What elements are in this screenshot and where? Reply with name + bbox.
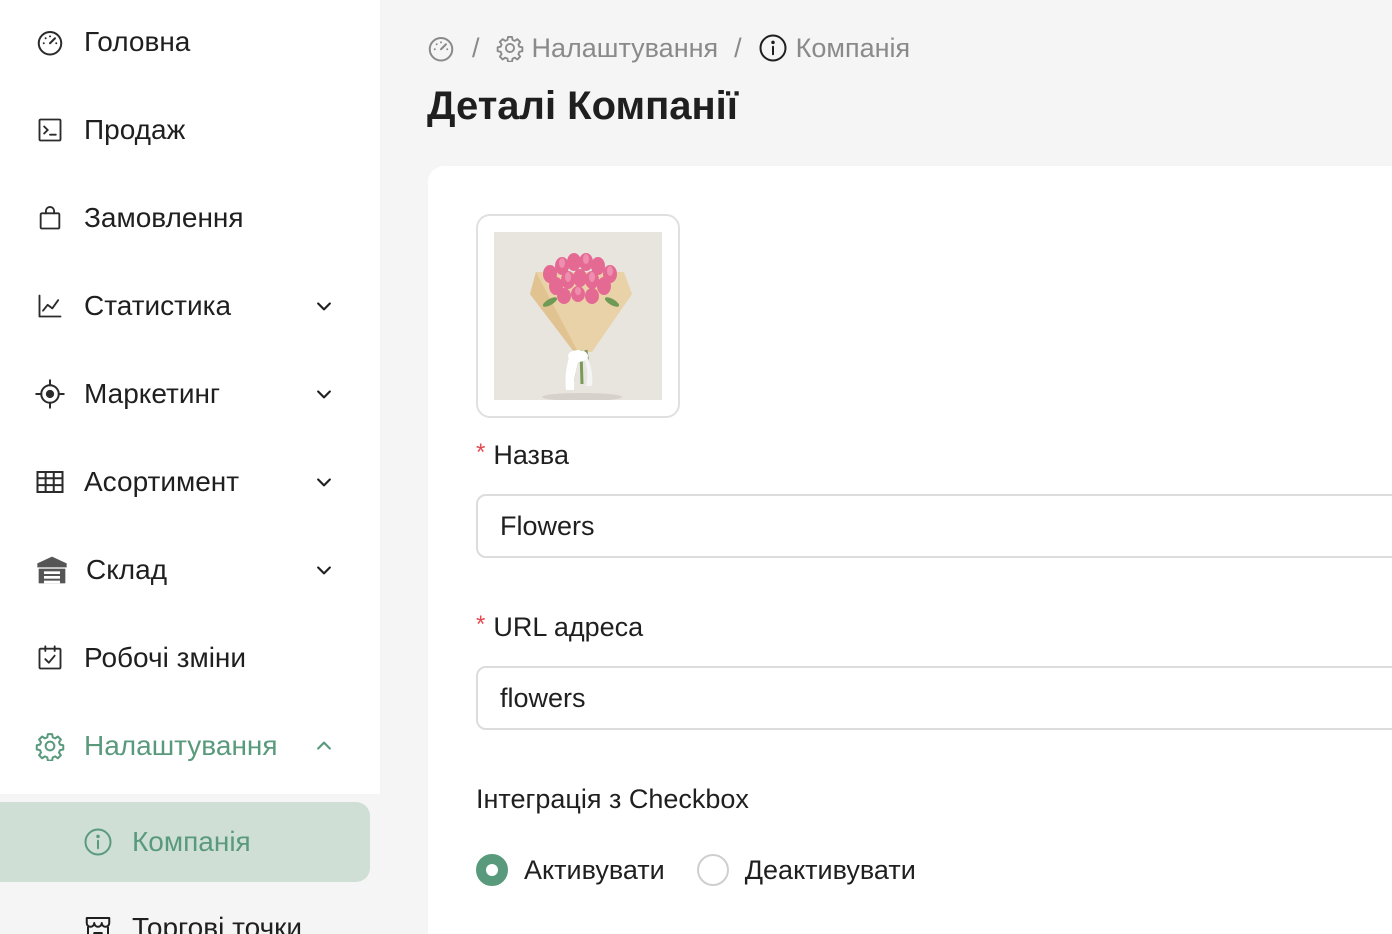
sidebar-subitem-label: Торгові точки bbox=[132, 912, 303, 934]
radio-deactivate-dot[interactable] bbox=[696, 854, 729, 886]
sidebar-item-settings[interactable]: Налаштування bbox=[0, 702, 380, 790]
sidebar-item-label: Робочі зміни bbox=[84, 642, 247, 673]
sidebar-item-home[interactable]: Головна bbox=[0, 0, 380, 86]
chevron-down-icon[interactable] bbox=[310, 556, 338, 584]
sidebar-item-label: Статистика bbox=[84, 290, 232, 321]
url-label-text: URL адреса bbox=[493, 612, 644, 642]
radio-deactivate-label: Деактивувати bbox=[744, 854, 916, 885]
line-chart-icon bbox=[34, 290, 66, 322]
info-icon bbox=[758, 33, 788, 63]
radio-activate-label: Активувати bbox=[524, 854, 665, 885]
calendar-check-icon bbox=[34, 642, 66, 674]
chevron-down-icon[interactable] bbox=[310, 292, 338, 320]
sidebar-item-label: Асортимент bbox=[84, 466, 240, 497]
breadcrumb-settings-label: Налаштування bbox=[531, 32, 719, 63]
shopping-bag-icon bbox=[34, 202, 66, 234]
gear-icon bbox=[496, 34, 524, 62]
name-field-label: * Назва bbox=[476, 439, 569, 471]
sidebar-item-label: Маркетинг bbox=[84, 378, 221, 409]
chevron-down-icon[interactable] bbox=[310, 468, 338, 496]
sidebar-item-orders[interactable]: Замовлення bbox=[0, 174, 380, 262]
sidebar-item-statistics[interactable]: Статистика bbox=[0, 262, 380, 350]
checkbox-integration-radio-group: Активувати Деактивувати bbox=[476, 852, 948, 888]
sidebar-item-label: Замовлення bbox=[84, 202, 244, 233]
company-logo-image bbox=[494, 232, 662, 400]
gear-icon bbox=[34, 730, 66, 762]
name-label-text: Назва bbox=[493, 440, 569, 470]
sidebar-item-shifts[interactable]: Робочі зміни bbox=[0, 614, 380, 702]
breadcrumb-separator: / bbox=[472, 32, 480, 63]
checkbox-integration-label: Інтеграція з Checkbox bbox=[476, 784, 749, 814]
page-title: Деталі Компанії bbox=[427, 84, 739, 128]
store-icon bbox=[82, 912, 114, 934]
sidebar-item-label: Продаж bbox=[84, 114, 186, 145]
url-field-label: * URL адреса bbox=[476, 611, 644, 643]
required-mark: * bbox=[476, 611, 486, 638]
name-input[interactable]: Flowers bbox=[476, 494, 1392, 558]
url-input-value: flowers bbox=[500, 682, 586, 713]
dashboard-icon bbox=[34, 26, 66, 58]
sidebar-item-warehouse[interactable]: Склад bbox=[0, 526, 380, 614]
url-input[interactable]: flowers bbox=[476, 666, 1392, 730]
sidebar-item-assortment[interactable]: Асортимент bbox=[0, 438, 380, 526]
sidebar-item-label: Головна bbox=[84, 26, 191, 57]
breadcrumb-separator: / bbox=[734, 32, 742, 63]
target-icon bbox=[34, 378, 66, 410]
name-input-value: Flowers bbox=[500, 510, 595, 541]
sidebar-item-label: Налаштування bbox=[84, 730, 278, 761]
dashboard-icon bbox=[426, 33, 456, 63]
sidebar: Головна Продаж Замовлення Статистика Мар… bbox=[0, 0, 380, 934]
terminal-icon bbox=[34, 114, 66, 146]
chevron-down-icon[interactable] bbox=[310, 380, 338, 408]
radio-activate[interactable]: Активувати bbox=[476, 854, 665, 886]
sidebar-item-label: Склад bbox=[86, 554, 168, 585]
breadcrumb-company: Компанія bbox=[758, 33, 910, 64]
breadcrumb-company-label: Компанія bbox=[795, 32, 911, 63]
sidebar-subitem-stores[interactable]: Торгові точки bbox=[0, 888, 370, 934]
sidebar-item-sales[interactable]: Продаж bbox=[0, 86, 380, 174]
sidebar-item-marketing[interactable]: Маркетинг bbox=[0, 350, 380, 438]
company-logo-upload[interactable] bbox=[476, 214, 680, 418]
chevron-up-icon[interactable] bbox=[310, 732, 338, 760]
app: Головна Продаж Замовлення Статистика Мар… bbox=[0, 0, 1392, 934]
breadcrumb-home[interactable] bbox=[426, 33, 456, 63]
breadcrumb-settings[interactable]: Налаштування bbox=[496, 32, 719, 64]
breadcrumb: / Налаштування / Компанія bbox=[426, 30, 910, 66]
radio-deactivate[interactable]: Деактивувати bbox=[696, 854, 916, 886]
sidebar-subitem-company[interactable]: Компанія bbox=[0, 802, 370, 882]
sidebar-subitem-label: Компанія bbox=[132, 826, 251, 857]
required-mark: * bbox=[476, 439, 486, 466]
table-icon bbox=[34, 466, 66, 498]
info-icon bbox=[82, 826, 114, 858]
radio-activate-dot[interactable] bbox=[476, 854, 508, 886]
warehouse-icon bbox=[36, 554, 68, 586]
